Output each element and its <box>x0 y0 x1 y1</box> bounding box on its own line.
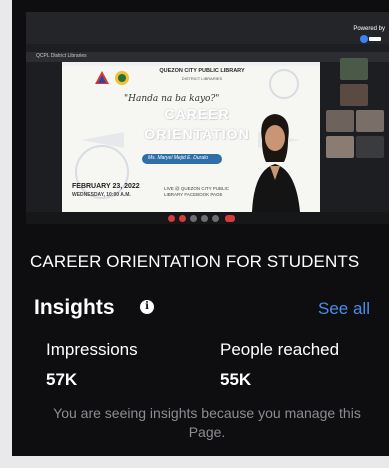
speaker-photo <box>252 114 300 212</box>
chat-icon[interactable] <box>201 215 208 222</box>
info-icon[interactable]: i <box>140 300 154 314</box>
slide-headline-2: ORIENTATION <box>144 126 250 142</box>
participant-video[interactable] <box>326 136 354 158</box>
post-title: CAREER ORIENTATION FOR STUDENTS <box>30 252 360 271</box>
slide-tagline: "Handa na ba kayo?" <box>124 94 220 104</box>
people-reached-label: People reached <box>220 340 340 359</box>
participant-video[interactable] <box>340 58 368 80</box>
participant-video[interactable] <box>326 110 354 132</box>
meeting-title: QCPL District Libraries <box>36 53 87 59</box>
video-meeting-thumbnail[interactable]: Powered by QCPL District Libraries QUEZO… <box>26 12 389 224</box>
participant-video[interactable] <box>356 136 384 158</box>
footer-line-2: Page. <box>188 424 226 440</box>
library-sub: DISTRICT LIBRARIES <box>181 76 223 81</box>
see-all-link[interactable]: See all <box>318 299 370 319</box>
share-icon[interactable] <box>190 215 197 222</box>
footer-line-1: You are seeing insights because you mana… <box>53 405 361 421</box>
participant-video[interactable] <box>340 84 368 106</box>
speaker-pill: Ms. Maryel Mejid E. Duralo <box>142 154 222 164</box>
meeting-title-bar: QCPL District Libraries <box>26 52 389 62</box>
participant-video[interactable] <box>356 110 384 132</box>
more-icon[interactable] <box>212 215 219 222</box>
leave-icon[interactable] <box>225 215 235 222</box>
post-card: Powered by QCPL District Libraries QUEZO… <box>12 0 389 456</box>
event-time: WEDNESDAY, 10:00 A.M. <box>72 192 131 198</box>
people-reached-value: 55K <box>220 370 252 389</box>
insights-footer-note: You are seeing insights because you mana… <box>32 404 382 442</box>
library-logo-icon <box>115 71 129 85</box>
meeting-controls <box>26 212 389 224</box>
slide-headline-1: CAREER <box>164 106 230 122</box>
mic-icon[interactable] <box>168 215 175 222</box>
powered-by-label: Powered by <box>353 26 385 32</box>
impressions-label: Impressions <box>46 340 138 359</box>
event-date: FEBRUARY 23, 2022 WEDNESDAY, 10:00 A.M. <box>72 183 140 198</box>
city-seal-icon <box>95 71 109 84</box>
platform-logo-icon <box>360 35 381 43</box>
screenshot-frame: Powered by QCPL District Libraries QUEZO… <box>12 0 389 468</box>
library-name: QUEZON CITY PUBLIC LIBRARY DISTRICT LIBR… <box>132 68 272 82</box>
video-icon[interactable] <box>179 215 186 222</box>
impressions-value: 57K <box>46 370 78 389</box>
presentation-slide: QUEZON CITY PUBLIC LIBRARY DISTRICT LIBR… <box>62 62 320 212</box>
meeting-top-bar: Powered by <box>26 12 389 44</box>
event-venue: LIVE @ QUEZON CITY PUBLIC LIBRARY FACEBO… <box>164 186 229 197</box>
insights-heading: Insights <box>34 296 115 319</box>
